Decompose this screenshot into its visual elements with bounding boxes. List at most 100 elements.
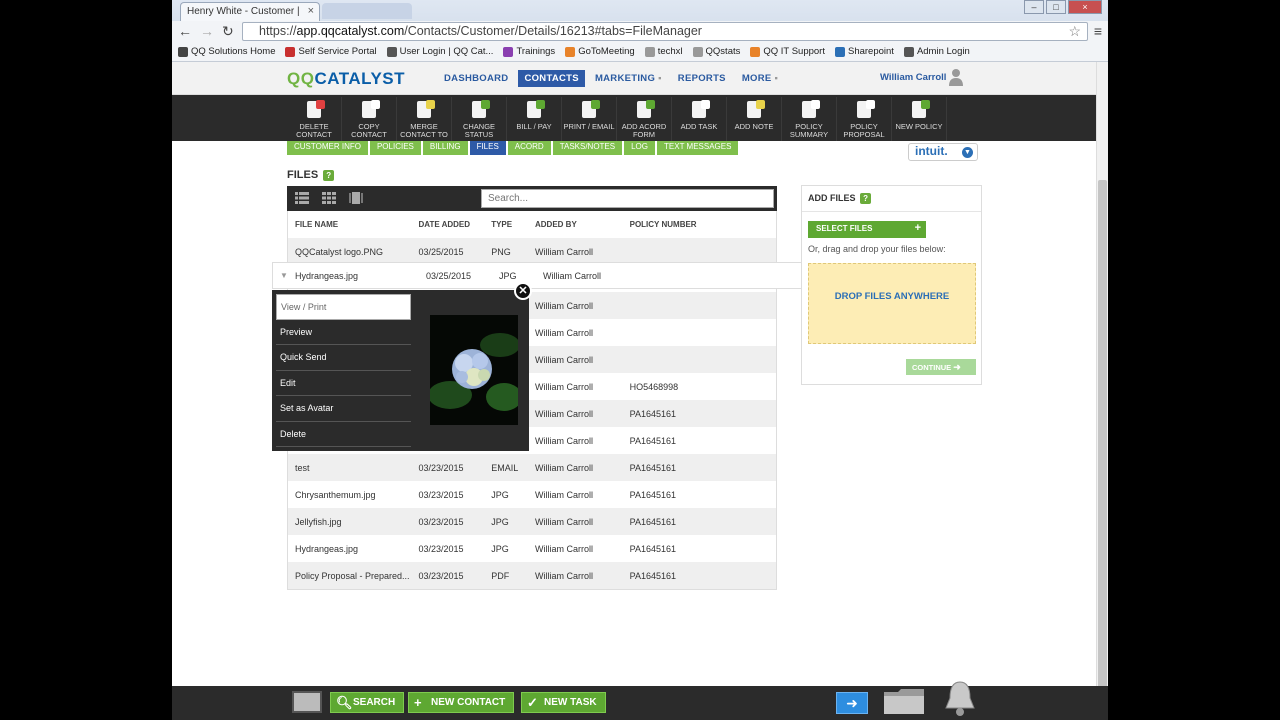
bookmark-item[interactable]: GoToMeeting [565, 46, 635, 57]
action-copy-contact[interactable]: COPY CONTACT [342, 97, 397, 141]
user-avatar-icon[interactable] [948, 68, 964, 86]
search-button[interactable]: 🔍︎ SEARCH [330, 692, 405, 713]
forward-arrow-icon[interactable]: ➜ [836, 692, 868, 714]
filmstrip-view-icon[interactable] [349, 192, 363, 204]
bookmark-item[interactable]: Sharepoint [834, 46, 894, 57]
tab-close-icon[interactable]: × [308, 5, 314, 17]
back-arrow-icon[interactable]: ← [178, 23, 192, 39]
action-policy-proposal[interactable]: POLICY PROPOSAL [837, 97, 892, 141]
new-tab-button[interactable] [322, 3, 412, 19]
subtab-customer-info[interactable]: CUSTOMER INFO [287, 141, 368, 155]
new-contact-button[interactable]: + NEW CONTACT [408, 692, 515, 713]
browser-chrome: Henry White - Customer | × – □ × ← → ↻ h… [172, 0, 1108, 62]
col-date-added[interactable]: DATE ADDED [418, 220, 491, 229]
bookmark-favicon-icon [644, 46, 655, 57]
bookmark-item[interactable]: Self Service Portal [285, 46, 377, 57]
bookmark-item[interactable]: techxl [644, 46, 683, 57]
address-bar[interactable]: https://app.qqcatalyst.com/Contacts/Cust… [242, 22, 1088, 41]
list-view-icon[interactable] [295, 192, 309, 204]
browser-menu-icon[interactable]: ≡ [1094, 23, 1102, 39]
menu-quick-send[interactable]: Quick Send [276, 345, 411, 371]
grid-view-icon[interactable] [322, 192, 336, 204]
subtab-acord[interactable]: ACORD [507, 141, 551, 155]
table-row[interactable]: Jellyfish.jpg 03/23/2015 JPG William Carrol… [288, 508, 776, 535]
user-name[interactable]: William Carroll [880, 72, 946, 83]
table-row[interactable]: test 03/23/2015 EMAIL William Carroll PA1645… [288, 454, 776, 481]
bookmark-item[interactable]: Trainings [503, 46, 555, 57]
cell-type: EMAIL [491, 462, 519, 473]
intuit-button[interactable]: intuit. ▼ [908, 143, 978, 161]
action-label: PRINT / EMAIL [563, 122, 615, 131]
nav-reports[interactable]: REPORTS [672, 70, 732, 87]
new-task-button[interactable]: ✓ NEW TASK [521, 692, 606, 713]
menu-delete[interactable]: Delete [276, 422, 411, 447]
menu-preview[interactable]: Preview [276, 320, 411, 345]
page-scrollbar[interactable] [1096, 62, 1108, 720]
video-icon[interactable] [292, 691, 322, 713]
bookmark-item[interactable]: Admin Login [903, 46, 970, 57]
bookmark-item[interactable]: User Login | QQ Cat... [386, 46, 494, 57]
collapse-arrow-icon[interactable]: ▼ [273, 271, 295, 280]
action-bill-pay[interactable]: BILL / PAY [507, 97, 562, 141]
nav-more[interactable]: MORE ▪ [736, 70, 784, 87]
subtab-policies[interactable]: POLICIES [369, 141, 421, 155]
drop-zone[interactable]: DROP FILES ANYWHERE [808, 263, 976, 344]
bookmark-item[interactable]: QQstats [692, 46, 741, 57]
col-type[interactable]: TYPE [491, 220, 535, 229]
qqcatalyst-logo[interactable]: QQCATALYST [287, 69, 405, 89]
table-row[interactable]: Policy Proposal - Prepared... 03/23/2015 P… [288, 562, 776, 589]
action-label: ADD TASK [680, 122, 718, 131]
folder-icon[interactable] [882, 686, 926, 716]
forward-arrow-icon[interactable]: → [200, 23, 214, 39]
col-file-name[interactable]: FILE NAME [288, 220, 418, 229]
scrollbar-thumb[interactable] [1098, 180, 1107, 720]
close-popup-icon[interactable]: ✕ [514, 282, 532, 300]
selected-file-row[interactable]: ▼ Hydrangeas.jpg 03/25/2015 JPG William … [272, 262, 802, 289]
continue-button[interactable]: CONTINUE ➜ [906, 359, 976, 375]
nav-dashboard[interactable]: DASHBOARD [438, 70, 514, 87]
notification-bell-icon[interactable] [942, 678, 978, 718]
menu-edit[interactable]: Edit [276, 371, 411, 396]
file-search-input[interactable] [481, 189, 774, 208]
subtab-files[interactable]: FILES [469, 141, 506, 155]
action-delete-contact[interactable]: DELETE CONTACT [287, 97, 342, 141]
browser-tab[interactable]: Henry White - Customer | × [180, 2, 320, 21]
action-add-note[interactable]: ADD NOTE [727, 97, 782, 141]
nav-marketing[interactable]: MARKETING ▪ [589, 70, 668, 87]
help-icon[interactable]: ? [323, 170, 335, 181]
subtab-tasks-notes[interactable]: TASKS/NOTES [552, 141, 623, 155]
nav-contacts[interactable]: CONTACTS [518, 70, 585, 87]
col-added-by[interactable]: ADDED BY [535, 220, 630, 229]
bookmark-item[interactable]: QQ Solutions Home [178, 46, 275, 57]
subtab-log[interactable]: LOG [624, 141, 656, 155]
action-add-acord[interactable]: ADD ACORD FORM [617, 97, 672, 141]
table-row[interactable]: Hydrangeas.jpg 03/23/2015 JPG William Carro… [288, 535, 776, 562]
action-new-policy[interactable]: NEW POLICY [892, 97, 947, 141]
action-add-task[interactable]: ADD TASK [672, 97, 727, 141]
menu-set-as-avatar[interactable]: Set as Avatar [276, 396, 411, 422]
reload-icon[interactable]: ↻ [222, 23, 234, 40]
action-policy-summary[interactable]: POLICY SUMMARY [782, 97, 837, 141]
maximize-icon[interactable]: □ [1046, 0, 1066, 14]
bottom-quickbar: 🔍︎ SEARCH + NEW CONTACT ✓ NEW TASK ➜ [172, 681, 1108, 720]
col-policy-number[interactable]: POLICY NUMBER [630, 220, 776, 229]
action-change-status[interactable]: CHANGE STATUS [452, 97, 507, 141]
bookmark-item[interactable]: QQ IT Support [750, 46, 825, 57]
action-label: POLICY SUMMARY [789, 122, 829, 139]
subtab-text-messages[interactable]: TEXT MESSAGES [657, 141, 739, 155]
table-row[interactable]: Chrysanthemum.jpg 03/23/2015 JPG William Ca… [288, 481, 776, 508]
select-files-button[interactable]: SELECT FILES + [808, 221, 926, 238]
bookmark-label: QQstats [705, 46, 741, 57]
menu-view-print[interactable]: View / Print [276, 294, 411, 320]
action-print-email[interactable]: PRINT / EMAIL [562, 97, 617, 141]
subtab-billing[interactable]: BILLING [422, 141, 468, 155]
help-icon[interactable]: ? [860, 193, 872, 204]
action-merge-contact[interactable]: MERGE CONTACT TO [397, 97, 452, 141]
drag-drop-instructions: Or, drag and drop your files below: [808, 244, 946, 254]
close-window-icon[interactable]: × [1068, 0, 1102, 14]
bookmark-label: User Login | QQ Cat... [399, 46, 494, 57]
table-row[interactable]: QQCatalyst logo.PNG 03/25/2015 PNG William … [288, 238, 776, 265]
bookmark-star-icon[interactable]: ☆ [1068, 23, 1081, 40]
minimize-icon[interactable]: – [1024, 0, 1044, 14]
delete-contact-icon [299, 98, 329, 122]
